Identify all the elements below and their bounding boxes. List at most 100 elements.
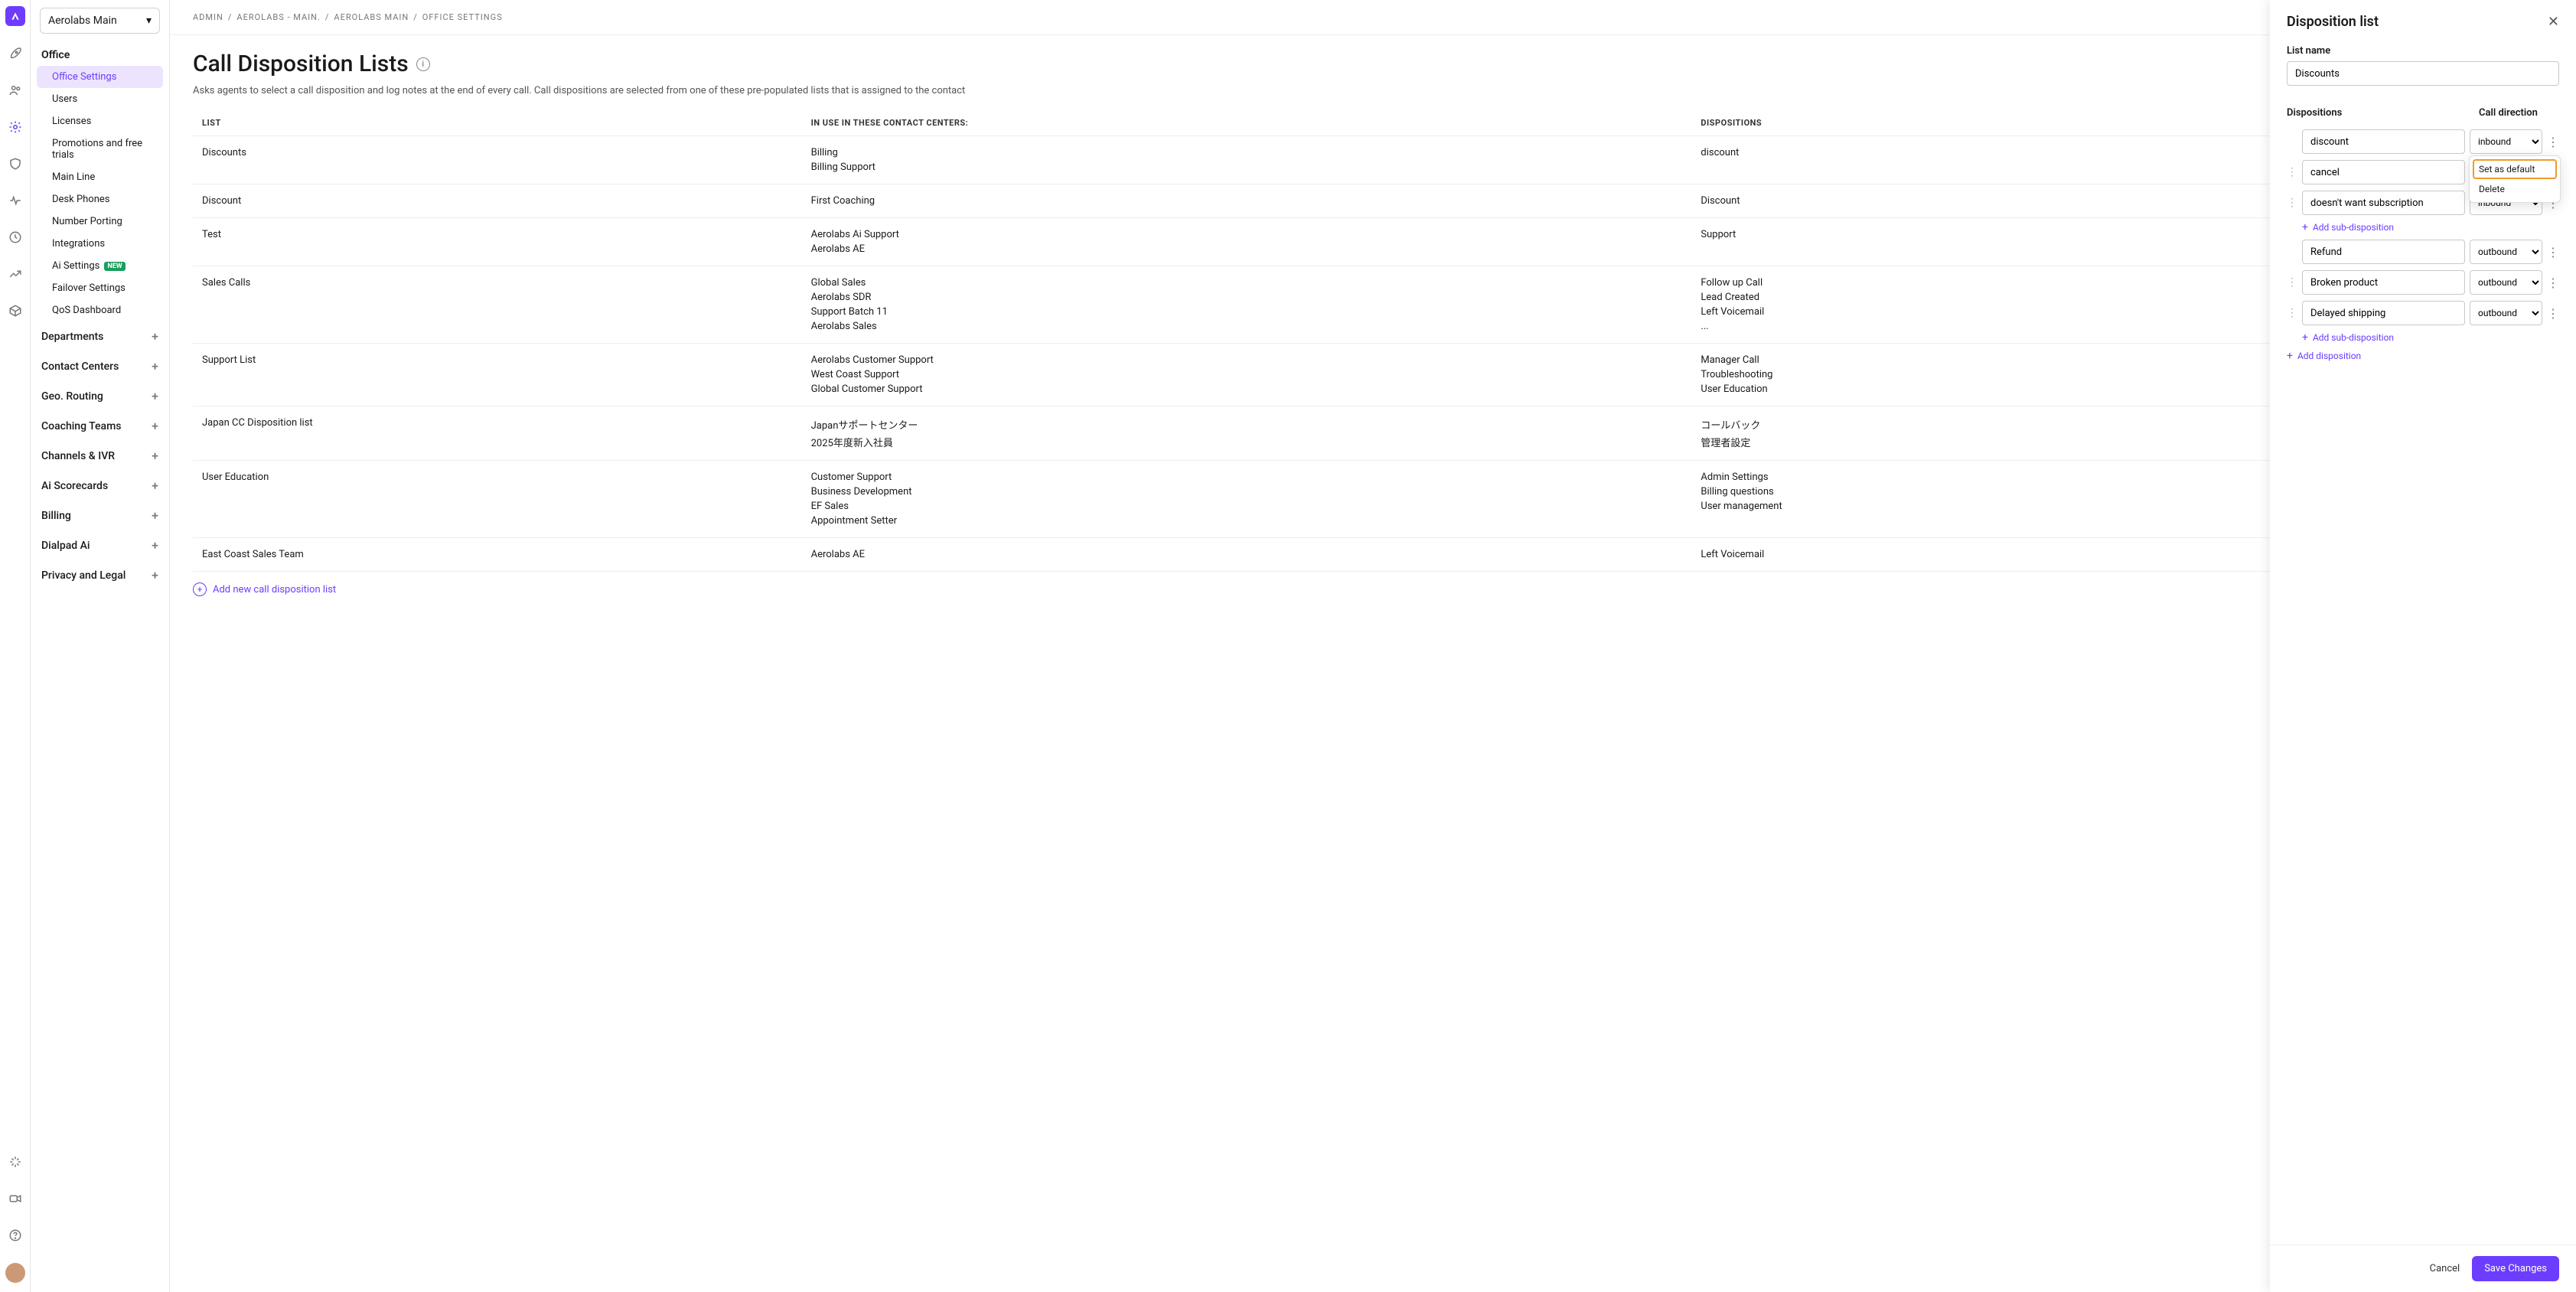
direction-select[interactable]: inboundoutbound [2470, 301, 2542, 325]
close-icon[interactable]: ✕ [2548, 14, 2559, 30]
users-icon[interactable] [6, 81, 24, 100]
row-menu-popup: Set as defaultDelete [2469, 155, 2561, 203]
sidebar-item[interactable]: QoS Dashboard [31, 299, 169, 321]
sidebar-section[interactable]: Geo. Routing+ [31, 381, 169, 411]
sidebar-section[interactable]: Dialpad Ai+ [31, 530, 169, 560]
drag-handle-icon[interactable]: ⋮⋮ [2287, 307, 2297, 319]
avatar[interactable] [5, 1263, 25, 1283]
breadcrumb-segment[interactable]: AEROLABS MAIN [334, 12, 409, 22]
sidebar-section[interactable]: Billing+ [31, 501, 169, 530]
sidebar-section[interactable]: Coaching Teams+ [31, 411, 169, 441]
sidebar-item[interactable]: Licenses [31, 110, 169, 132]
table-row[interactable]: Japan CC Disposition listJapanサポートセンター20… [193, 406, 2553, 461]
cell-centers: First Coaching [811, 195, 1701, 207]
add-sub-disposition-link[interactable]: +Add sub-disposition [2302, 331, 2559, 344]
plus-icon: + [2287, 350, 2293, 362]
box-icon[interactable] [6, 302, 24, 320]
sub-disposition-row: ⋮⋮ inboundoutbound ⋮ [2287, 270, 2559, 295]
sidebar-item[interactable]: Number Porting [31, 210, 169, 233]
disposition-name-input[interactable] [2302, 270, 2465, 295]
sidebar-item[interactable]: Promotions and free trials [31, 132, 169, 166]
breadcrumb-segment[interactable]: ADMIN [193, 12, 223, 22]
breadcrumb-segment[interactable]: AEROLABS - MAIN. [236, 12, 320, 22]
add-disposition-link[interactable]: + Add disposition [2287, 350, 2559, 362]
sidebar-item-label: Main Line [52, 171, 95, 183]
direction-select[interactable]: inboundoutbound [2470, 270, 2542, 295]
sidebar-item[interactable]: Failover Settings [31, 277, 169, 299]
sidebar-section-label: Departments [41, 331, 103, 343]
sidebar-section[interactable]: Contact Centers+ [31, 351, 169, 381]
cell-list: Test [202, 229, 811, 255]
disposition-row: ⋮⋮inboundoutbound⋮ [2287, 240, 2559, 264]
save-button[interactable]: Save Changes [2472, 1256, 2559, 1281]
rocket-icon[interactable] [6, 44, 24, 63]
table-row[interactable]: Sales CallsGlobal SalesAerolabs SDRSuppo… [193, 266, 2553, 344]
clock-icon[interactable] [6, 228, 24, 246]
th-list: LIST [202, 118, 811, 128]
sidebar-section[interactable]: Privacy and Legal+ [31, 560, 169, 590]
sidebar-item[interactable]: Users [31, 88, 169, 110]
cell-list: Sales Calls [202, 277, 811, 332]
kebab-icon[interactable]: ⋮ [2547, 306, 2559, 321]
kebab-icon[interactable]: ⋮ [2547, 135, 2559, 149]
add-sub-label: Add sub-disposition [2313, 332, 2394, 343]
cell-centers: Aerolabs Customer SupportWest Coast Supp… [811, 354, 1701, 395]
sparkle-icon[interactable] [6, 1153, 24, 1171]
table-row[interactable]: DiscountsBillingBilling Supportdiscount [193, 136, 2553, 184]
sidebar-item[interactable]: Main Line [31, 166, 169, 188]
kebab-icon[interactable]: ⋮ [2547, 245, 2559, 259]
sidebar-section-label: Contact Centers [41, 361, 119, 373]
disposition-name-input[interactable] [2302, 129, 2465, 154]
add-disposition-label: Add disposition [2297, 351, 2361, 361]
table-row[interactable]: East Coast Sales TeamAerolabs AELeft Voi… [193, 538, 2553, 572]
sidebar-section-label: Coaching Teams [41, 420, 122, 432]
office-selector[interactable]: Aerolabs Main ▾ [40, 8, 160, 34]
cell-centers: Aerolabs AE [811, 549, 1701, 560]
direction-select[interactable]: inboundoutbound [2470, 129, 2542, 154]
settings-icon[interactable] [6, 118, 24, 136]
new-badge: NEW [104, 262, 125, 271]
sidebar-section-label: Dialpad Ai [41, 540, 90, 552]
disposition-name-input[interactable] [2302, 191, 2465, 215]
cell-centers: Global SalesAerolabs SDRSupport Batch 11… [811, 277, 1701, 332]
table-row[interactable]: User EducationCustomer SupportBusiness D… [193, 461, 2553, 538]
disposition-name-input[interactable] [2302, 160, 2465, 184]
table-row[interactable]: DiscountFirst CoachingDiscount [193, 184, 2553, 218]
add-sub-disposition-link[interactable]: +Add sub-disposition [2302, 221, 2559, 233]
help-icon[interactable] [6, 1226, 24, 1245]
drag-handle-icon[interactable]: ⋮⋮ [2287, 197, 2297, 209]
cell-list: Japan CC Disposition list [202, 417, 811, 449]
drag-handle-icon[interactable]: ⋮⋮ [2287, 166, 2297, 178]
sidebar-section[interactable]: Ai Scorecards+ [31, 471, 169, 501]
video-icon[interactable] [6, 1189, 24, 1208]
menu-set-default[interactable]: Set as default [2473, 159, 2557, 179]
shield-icon[interactable] [6, 155, 24, 173]
sidebar-section-label: Channels & IVR [41, 450, 115, 462]
direction-select[interactable]: inboundoutbound [2470, 240, 2542, 264]
list-name-input[interactable] [2287, 61, 2559, 86]
pulse-icon[interactable] [6, 191, 24, 210]
trend-icon[interactable] [6, 265, 24, 283]
sidebar-section-label: Ai Scorecards [41, 480, 108, 492]
sidebar-item[interactable]: Integrations [31, 233, 169, 255]
kebab-icon[interactable]: ⋮ [2547, 276, 2559, 290]
disposition-name-input[interactable] [2302, 301, 2465, 325]
add-disposition-list-link[interactable]: + Add new call disposition list [193, 582, 2553, 596]
sidebar-item[interactable]: Office Settings [37, 66, 163, 88]
drag-handle-icon[interactable]: ⋮⋮ [2287, 276, 2297, 289]
cancel-button[interactable]: Cancel [2430, 1263, 2460, 1274]
table-row[interactable]: Support ListAerolabs Customer SupportWes… [193, 344, 2553, 406]
sidebar-item[interactable]: Desk Phones [31, 188, 169, 210]
info-icon[interactable]: i [416, 57, 430, 71]
breadcrumb-segment[interactable]: OFFICE SETTINGS [422, 12, 503, 22]
table-row[interactable]: TestAerolabs Ai SupportAerolabs AESuppor… [193, 218, 2553, 266]
sub-disposition-row: ⋮⋮ inboundoutbound ⋮ [2287, 301, 2559, 325]
sidebar-section[interactable]: Channels & IVR+ [31, 441, 169, 471]
menu-delete[interactable]: Delete [2473, 179, 2557, 199]
disposition-name-input[interactable] [2302, 240, 2465, 264]
sidebar-item-label: Ai Settings [52, 260, 99, 272]
sidebar-item[interactable]: Ai Settings NEW [31, 255, 169, 277]
sidebar-section[interactable]: Departments+ [31, 321, 169, 351]
cell-centers: Customer SupportBusiness DevelopmentEF S… [811, 471, 1701, 527]
cell-centers: Japanサポートセンター2025年度新入社員 [811, 417, 1701, 449]
